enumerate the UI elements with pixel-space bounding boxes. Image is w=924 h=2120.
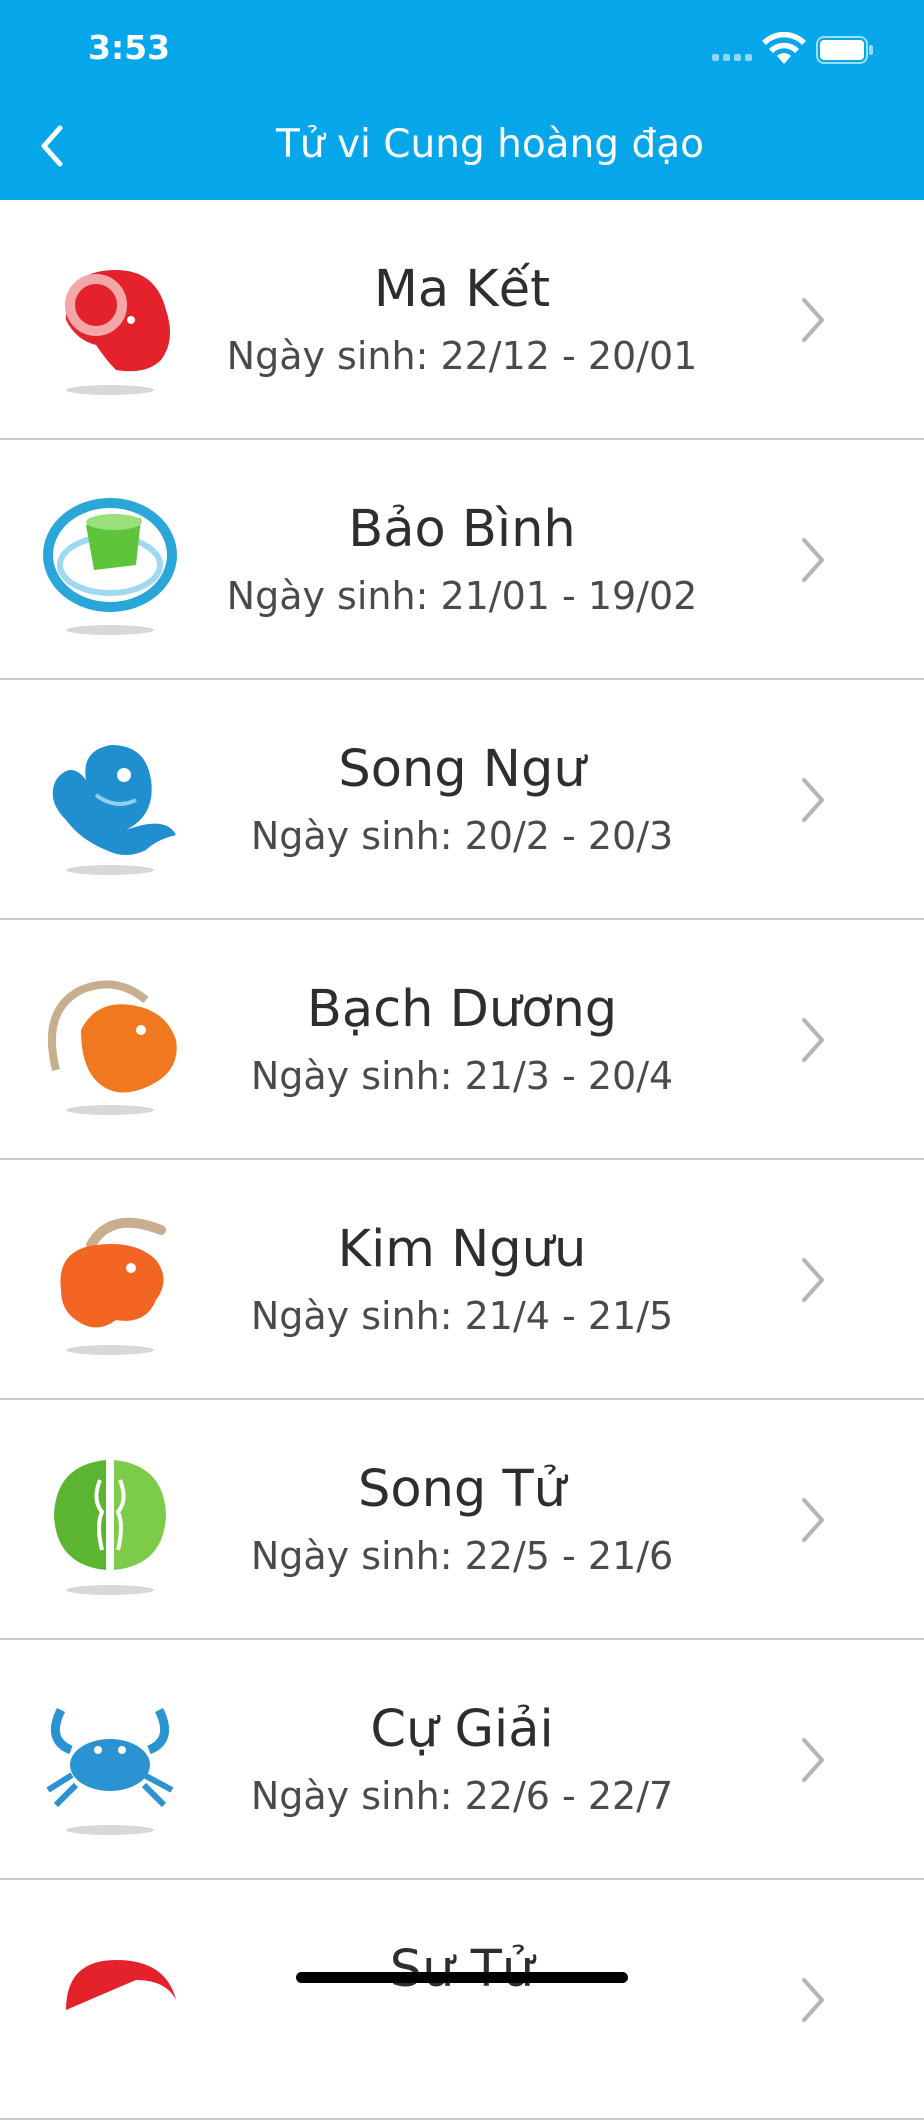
zodiac-dates: Ngày sinh: 22/12 - 20/01 bbox=[226, 334, 698, 378]
chevron-right-icon bbox=[802, 538, 824, 582]
chevron-right-icon bbox=[802, 778, 824, 822]
zodiac-dates: Ngày sinh: 21/3 - 20/4 bbox=[250, 1054, 674, 1098]
chevron-right-icon bbox=[802, 1498, 824, 1542]
app-header: 3:53 Tử vi Cung hoàng đạo bbox=[0, 0, 924, 200]
zodiac-name: Sư Tử bbox=[389, 1940, 535, 1999]
chevron-right-icon bbox=[802, 298, 824, 342]
zodiac-name: Ma Kết bbox=[373, 260, 551, 319]
zodiac-dates: Ngày sinh: 20/2 - 20/3 bbox=[250, 814, 674, 858]
zodiac-name: Song Tử bbox=[358, 1460, 566, 1519]
zodiac-dates: Ngày sinh: 22/5 - 21/6 bbox=[250, 1534, 674, 1578]
zodiac-name: Kim Ngưu bbox=[337, 1220, 587, 1279]
zodiac-name: Bạch Dương bbox=[306, 980, 618, 1039]
zodiac-name: Cự Giải bbox=[370, 1700, 554, 1759]
chevron-right-icon bbox=[802, 1258, 824, 1302]
zodiac-name: Song Ngư bbox=[338, 740, 586, 799]
zodiac-row[interactable]: Ma Kết Ngày sinh: 22/12 - 20/01 bbox=[0, 200, 924, 440]
wifi-icon bbox=[762, 32, 806, 64]
page-title: Tử vi Cung hoàng đạo bbox=[276, 122, 704, 167]
zodiac-dates: Ngày sinh: 22/6 - 22/7 bbox=[250, 1774, 674, 1818]
chevron-right-icon bbox=[802, 1018, 824, 1062]
zodiac-dates: Ngày sinh: 21/4 - 21/5 bbox=[250, 1294, 674, 1338]
battery-icon bbox=[816, 36, 873, 64]
zodiac-row[interactable]: Bạch Dương Ngày sinh: 21/3 - 20/4 bbox=[0, 920, 924, 1160]
zodiac-row[interactable]: Song Tử Ngày sinh: 22/5 - 21/6 bbox=[0, 1400, 924, 1640]
zodiac-row[interactable]: Bảo Bình Ngày sinh: 21/01 - 19/02 bbox=[0, 440, 924, 680]
home-indicator[interactable] bbox=[296, 1972, 628, 1983]
zodiac-list: Ma Kết Ngày sinh: 22/12 - 20/01 Bảo Bình N… bbox=[0, 200, 924, 2120]
chevron-right-icon bbox=[802, 1738, 824, 1782]
zodiac-row[interactable]: Song Ngư Ngày sinh: 20/2 - 20/3 bbox=[0, 680, 924, 920]
zodiac-row[interactable]: Cự Giải Ngày sinh: 22/6 - 22/7 bbox=[0, 1640, 924, 1880]
cellular-signal-icon bbox=[712, 54, 752, 61]
zodiac-row[interactable]: Kim Ngưu Ngày sinh: 21/4 - 21/5 bbox=[0, 1160, 924, 1400]
zodiac-row[interactable]: Sư Tử bbox=[0, 1880, 924, 2120]
zodiac-name: Bảo Bình bbox=[348, 500, 576, 559]
chevron-right-icon bbox=[802, 1978, 824, 2022]
status-time: 3:53 bbox=[88, 28, 171, 67]
zodiac-dates: Ngày sinh: 21/01 - 19/02 bbox=[226, 574, 698, 618]
